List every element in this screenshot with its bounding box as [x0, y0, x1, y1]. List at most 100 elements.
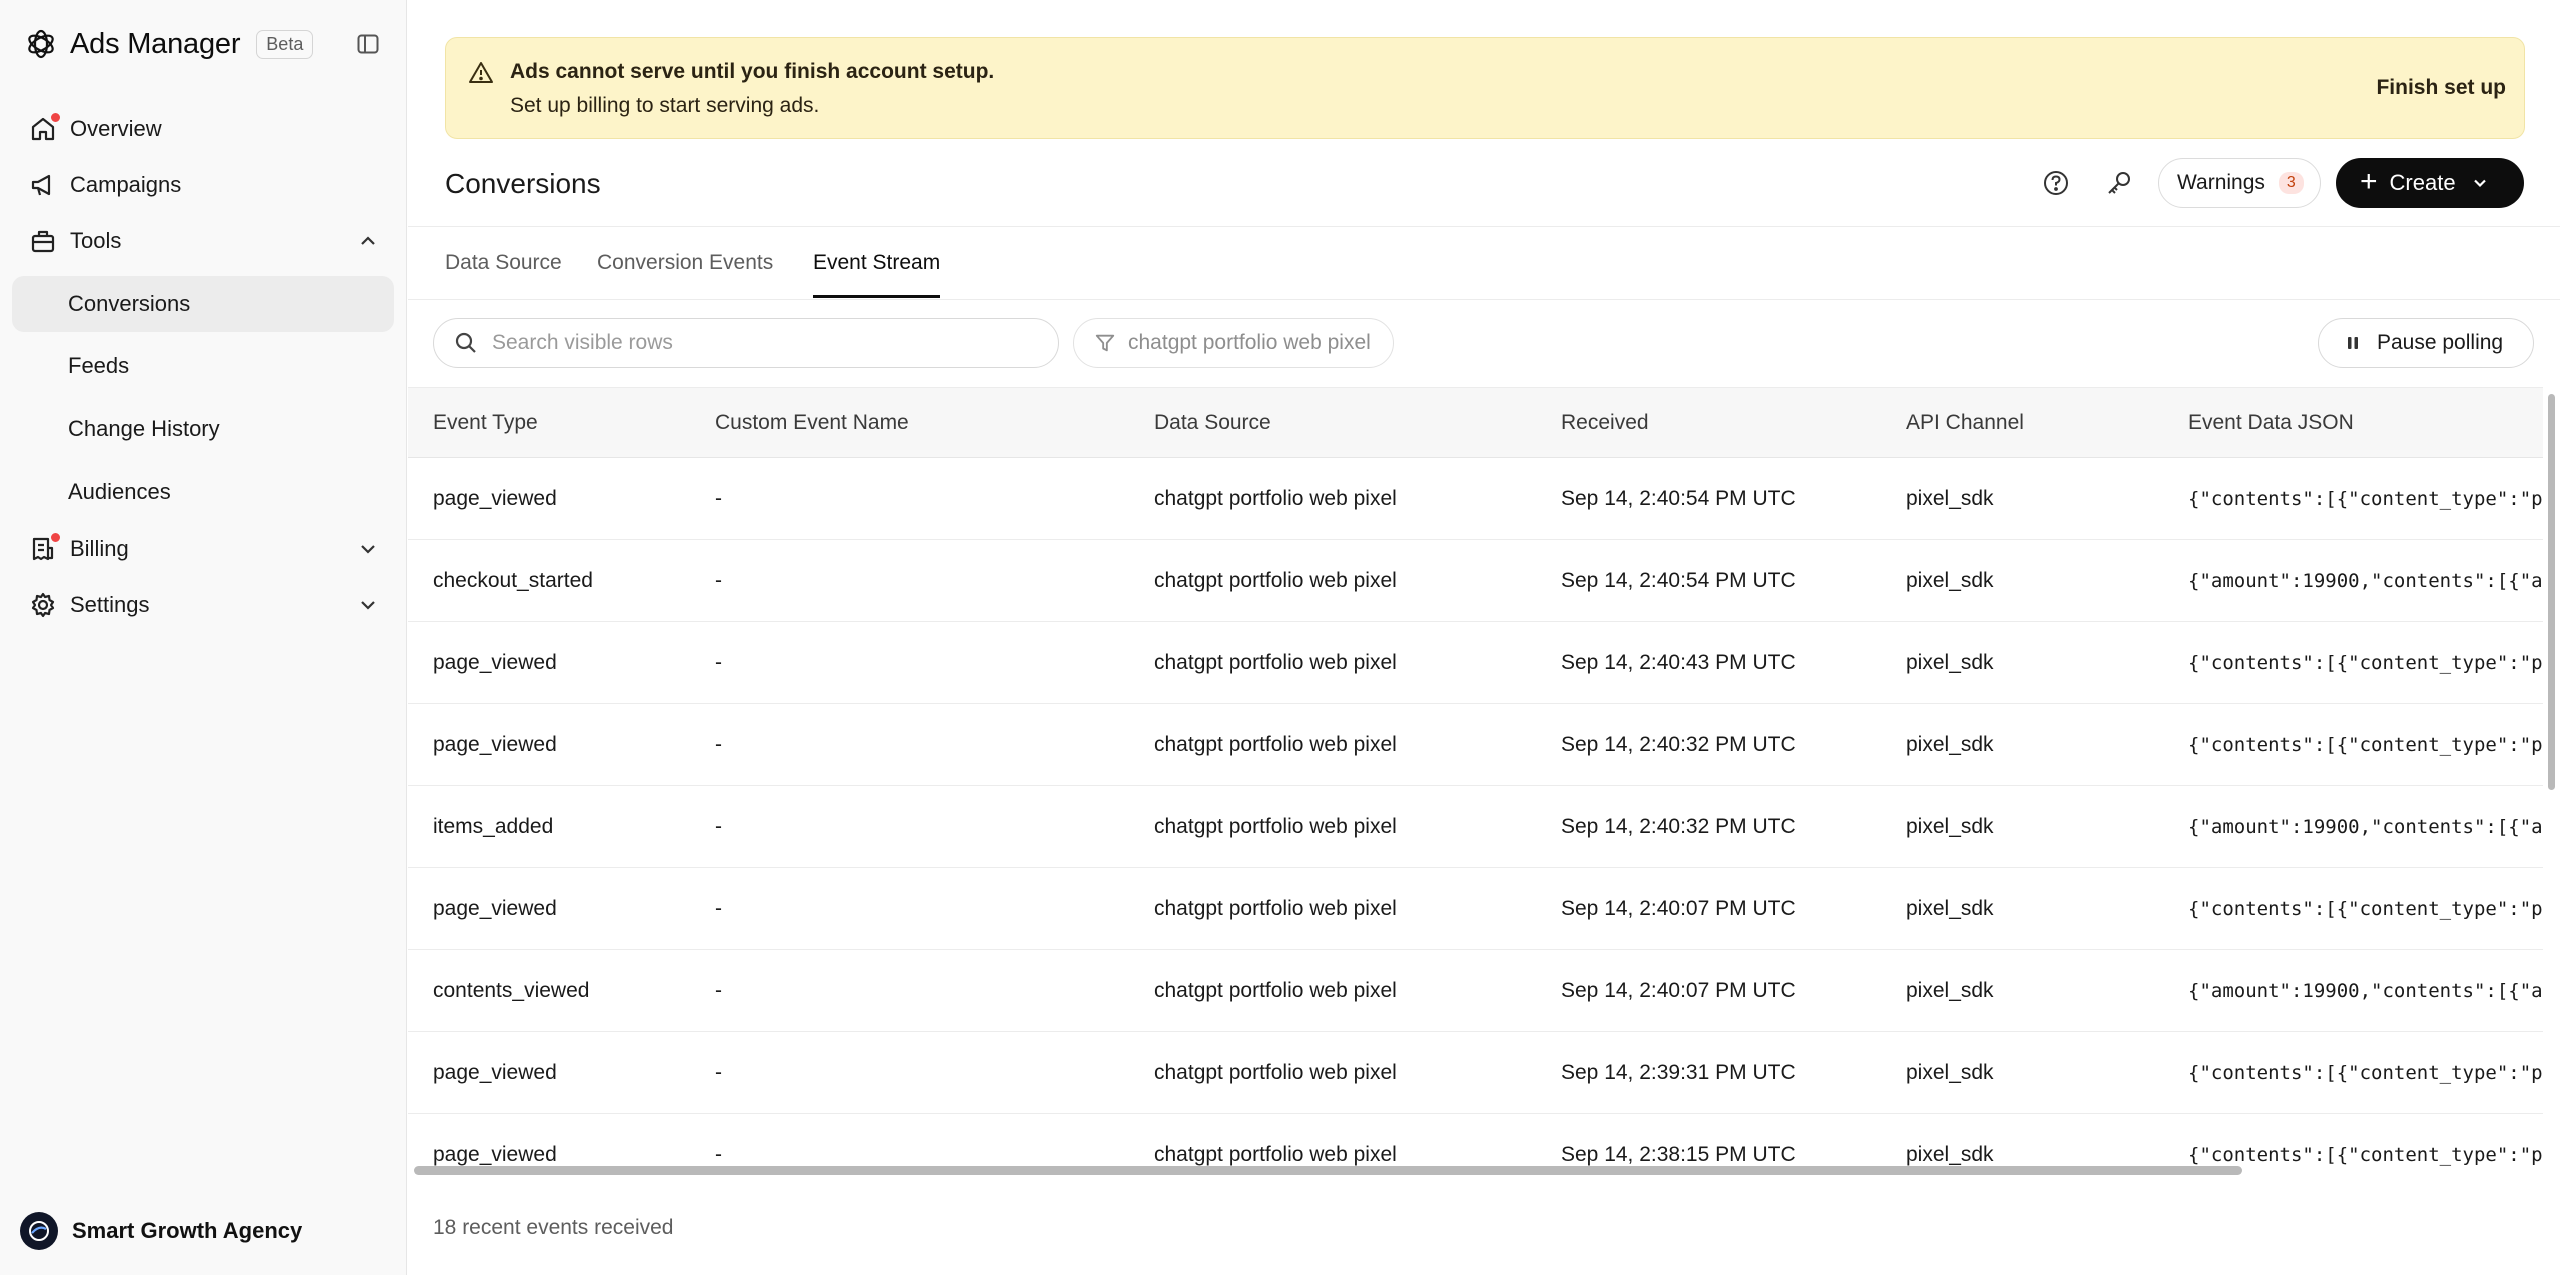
organization-name: Smart Growth Agency [72, 1218, 303, 1243]
search-icon [455, 332, 476, 353]
tab-conversion-events[interactable]: Conversion Events [597, 251, 773, 295]
sidebar-item-campaigns[interactable]: Campaigns [12, 158, 394, 212]
sidebar: Ads Manager Beta Overview Campaigns Tool… [0, 0, 407, 1275]
main-content: Ads cannot serve until you finish accoun… [408, 0, 2560, 1275]
organization-switcher[interactable]: Smart Growth Agency [20, 1212, 302, 1250]
table-row[interactable]: contents_viewed - chatgpt portfolio web … [408, 950, 2543, 1032]
sidebar-item-overview[interactable]: Overview [12, 102, 394, 156]
sidebar-item-label: Billing [70, 536, 129, 561]
app-title: Ads Manager [70, 27, 241, 60]
cell-received: Sep 14, 2:40:54 PM UTC [1561, 486, 1796, 510]
cell-custom-event-name: - [715, 568, 722, 592]
data-source-filter[interactable]: chatgpt portfolio web pixel [1073, 318, 1394, 368]
cell-custom-event-name: - [715, 486, 722, 510]
horizontal-scrollbar-thumb[interactable] [414, 1166, 2242, 1175]
cell-custom-event-name: - [715, 732, 722, 756]
column-header-event-type[interactable]: Event Type [408, 387, 690, 458]
table-header-row: Event Type Custom Event Name Data Source… [408, 387, 2543, 458]
sidebar-item-tools[interactable]: Tools [12, 214, 394, 268]
column-header-data-source[interactable]: Data Source [1129, 387, 1536, 458]
horizontal-scrollbar[interactable] [408, 1160, 2560, 1178]
notification-dot [50, 532, 61, 543]
home-icon [28, 112, 61, 144]
create-button[interactable]: + Create [2336, 158, 2524, 208]
cell-received: Sep 14, 2:40:43 PM UTC [1561, 650, 1796, 674]
sidebar-item-feeds[interactable]: Feeds [12, 338, 394, 394]
cell-event-data-json: {"contents":[{"content_type":"p [2188, 1061, 2543, 1084]
help-icon[interactable] [2036, 163, 2076, 203]
chevron-down-icon [361, 601, 375, 610]
cell-event-data-json: {"amount":19900,"contents":[{"a [2188, 569, 2543, 592]
warnings-button[interactable]: Warnings 3 [2158, 158, 2321, 208]
table-row[interactable]: checkout_started - chatgpt portfolio web… [408, 540, 2543, 622]
notification-dot [50, 112, 61, 123]
cell-event-data-json: {"contents":[{"content_type":"p [2188, 487, 2543, 510]
toolbox-icon [28, 226, 58, 256]
sidebar-item-label: Overview [70, 116, 162, 141]
cell-data-source: chatgpt portfolio web pixel [1154, 1060, 1397, 1084]
chevron-down-icon [361, 545, 375, 554]
column-header-event-data-json[interactable]: Event Data JSON [2163, 387, 2543, 458]
table-row[interactable]: page_viewed - chatgpt portfolio web pixe… [408, 704, 2543, 786]
cell-api-channel: pixel_sdk [1906, 650, 1994, 674]
create-label: Create [2389, 170, 2456, 195]
receipt-icon [28, 532, 61, 564]
chevron-up-icon [361, 236, 375, 245]
finish-setup-link[interactable]: Finish set up [2376, 76, 2506, 100]
openai-logo-icon [24, 27, 58, 61]
tab-data-source[interactable]: Data Source [445, 251, 562, 295]
cell-api-channel: pixel_sdk [1906, 1060, 1994, 1084]
column-header-received[interactable]: Received [1536, 387, 1881, 458]
cell-api-channel: pixel_sdk [1906, 896, 1994, 920]
tab-bar: Data Source Conversion Events Event Stre… [408, 226, 2560, 300]
column-header-custom-event-name[interactable]: Custom Event Name [690, 387, 1129, 458]
cell-event-type: checkout_started [433, 568, 593, 592]
cell-event-type: page_viewed [433, 1060, 557, 1084]
plus-icon: + [2360, 164, 2378, 198]
vertical-scrollbar[interactable] [2546, 390, 2556, 1180]
sidebar-item-label: Tools [70, 228, 122, 253]
warnings-label: Warnings [2177, 171, 2265, 194]
cell-received: Sep 14, 2:39:31 PM UTC [1561, 1060, 1796, 1084]
cell-data-source: chatgpt portfolio web pixel [1154, 978, 1397, 1002]
setup-warning-banner: Ads cannot serve until you finish accoun… [445, 37, 2525, 139]
tab-event-stream[interactable]: Event Stream [813, 251, 941, 298]
cell-custom-event-name: - [715, 1060, 722, 1084]
table-row[interactable]: page_viewed - chatgpt portfolio web pixe… [408, 622, 2543, 704]
cell-event-data-json: {"contents":[{"content_type":"p [2188, 897, 2543, 920]
cell-api-channel: pixel_sdk [1906, 486, 1994, 510]
pause-polling-button[interactable]: Pause polling [2318, 318, 2534, 368]
sidebar-item-change-history[interactable]: Change History [12, 401, 394, 457]
sidebar-item-label: Campaigns [70, 172, 182, 197]
brand[interactable]: Ads Manager Beta [24, 26, 314, 62]
cell-data-source: chatgpt portfolio web pixel [1154, 732, 1397, 756]
table-row[interactable]: page_viewed - chatgpt portfolio web pixe… [408, 868, 2543, 950]
table-row[interactable]: page_viewed - chatgpt portfolio web pixe… [408, 1032, 2543, 1114]
search-input[interactable] [492, 331, 1032, 355]
key-icon[interactable] [2099, 163, 2139, 203]
cell-api-channel: pixel_sdk [1906, 732, 1994, 756]
sidebar-item-settings[interactable]: Settings [12, 578, 394, 632]
table-row[interactable]: page_viewed - chatgpt portfolio web pixe… [408, 458, 2543, 540]
chevron-down-icon [2473, 179, 2486, 188]
filter-icon [1095, 334, 1115, 352]
cell-api-channel: pixel_sdk [1906, 568, 1994, 592]
events-status-text: 18 recent events received [433, 1216, 674, 1239]
cell-event-type: page_viewed [433, 732, 557, 756]
sidebar-item-billing[interactable]: Billing [12, 522, 394, 576]
table-row[interactable]: items_added - chatgpt portfolio web pixe… [408, 786, 2543, 868]
warnings-count-badge: 3 [2278, 172, 2304, 194]
sidebar-toggle-icon[interactable] [354, 30, 382, 58]
vertical-scrollbar-thumb[interactable] [2548, 394, 2555, 790]
cell-data-source: chatgpt portfolio web pixel [1154, 896, 1397, 920]
avatar [20, 1212, 58, 1250]
cell-custom-event-name: - [715, 814, 722, 838]
page-title: Conversions [445, 168, 601, 199]
column-header-api-channel[interactable]: API Channel [1881, 387, 2163, 458]
banner-text: Set up billing to start serving ads. [510, 94, 820, 117]
banner-title: Ads cannot serve until you finish accoun… [510, 60, 995, 83]
cell-data-source: chatgpt portfolio web pixel [1154, 650, 1397, 674]
sidebar-item-audiences[interactable]: Audiences [12, 464, 394, 520]
cell-event-data-json: {"contents":[{"content_type":"p [2188, 651, 2543, 674]
sidebar-item-conversions[interactable]: Conversions [12, 276, 394, 332]
